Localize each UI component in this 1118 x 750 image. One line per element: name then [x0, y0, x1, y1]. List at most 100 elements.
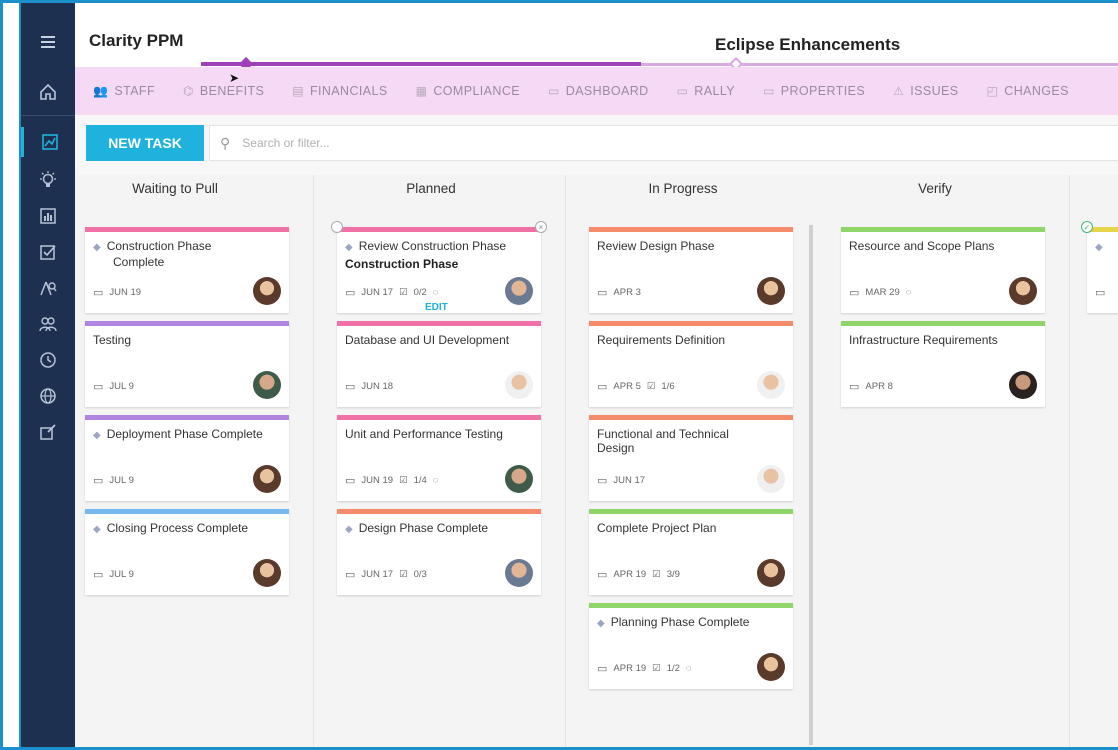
avatar[interactable] [505, 465, 533, 493]
avatar[interactable] [757, 653, 785, 681]
edit-box-icon[interactable] [21, 417, 75, 447]
avatar[interactable] [1009, 277, 1037, 305]
card-title: Infrastructure Requirements [849, 333, 998, 347]
tab-label: CHANGES [1004, 84, 1069, 98]
task-card[interactable]: ◆ Construction Phase Complete ▭ JUN 19 [85, 227, 289, 313]
task-card[interactable]: Resource and Scope Plans ▭ MAR 29 ◌ [841, 227, 1045, 313]
search-input[interactable]: Search or filter... [242, 136, 329, 150]
checklist-icon: ☑ [399, 569, 408, 580]
column-scrollbar[interactable] [809, 225, 813, 745]
card-title: Deployment Phase Complete [106, 427, 263, 441]
tab-issues[interactable]: ⚠ ISSUES [893, 84, 958, 98]
checklist-icon: ☑ [399, 475, 408, 486]
task-card[interactable]: ◆ Design Phase Complete ▭ JUN 17 ☑ 0/3 [337, 509, 541, 595]
edit-link[interactable]: EDIT [425, 302, 448, 313]
tab-label: DASHBOARD [565, 84, 649, 98]
tab-rally[interactable]: ▭ RALLY [677, 84, 735, 98]
milestone-icon: ◆ [597, 618, 605, 629]
avatar[interactable] [505, 371, 533, 399]
card-date: JUL 9 [109, 475, 134, 486]
tab-properties[interactable]: ▭ PROPERTIES [763, 84, 865, 98]
column-planned: Planned × ◆ Review Construction Phase Con… [315, 175, 567, 747]
task-card[interactable]: ◆ Deployment Phase Complete ▭ JUL 9 [85, 415, 289, 501]
new-task-button[interactable]: NEW TASK [86, 125, 204, 161]
main-area: Clarity PPM Eclipse Enhancements 👥 STAFF … [75, 3, 1118, 747]
avatar[interactable] [505, 559, 533, 587]
task-card[interactable]: Testing ▭ JUL 9 [85, 321, 289, 407]
task-card[interactable]: ◆ Planning Phase Complete ▭ APR 19 ☑ 1/2 ◌ [589, 603, 793, 689]
sidebar-divider [21, 115, 75, 116]
card-stripe [589, 509, 793, 514]
column-divider [1069, 175, 1070, 747]
check-circle-icon[interactable]: ✓ [1081, 221, 1093, 233]
milestone-icon: ◆ [93, 524, 101, 535]
progress-fill [201, 62, 641, 66]
close-icon[interactable]: × [535, 221, 547, 233]
task-card-partial[interactable]: ✓ ◆ ▭ [1081, 221, 1118, 313]
tab-dashboard[interactable]: ▭ DASHBOARD [548, 84, 649, 98]
calendar-icon: ▭ [93, 475, 104, 487]
card-title: Functional and Technical Design [597, 427, 729, 455]
comment-icon: ◌ [685, 663, 692, 674]
column-divider [565, 175, 566, 747]
app-title: Clarity PPM [89, 31, 184, 50]
card-title: Review Design Phase [597, 239, 715, 253]
card-date: APR 8 [865, 381, 893, 392]
tab-label: RALLY [694, 84, 735, 98]
task-card[interactable]: Requirements Definition ▭ APR 5 ☑ 1/6 [589, 321, 793, 407]
tab-financials[interactable]: ▤ FINANCIALS [292, 84, 387, 98]
tab-label: STAFF [114, 84, 155, 98]
avatar[interactable] [253, 277, 281, 305]
column-in-progress: In Progress Review Design Phase ▭ APR 3 R… [567, 175, 819, 747]
menu-icon[interactable] [21, 27, 75, 57]
properties-icon: ▭ [762, 84, 775, 98]
avatar[interactable] [757, 277, 785, 305]
search-box[interactable]: ⚲ Search or filter... [209, 125, 1118, 161]
avatar[interactable] [757, 559, 785, 587]
globe-icon[interactable] [21, 381, 75, 411]
home-icon[interactable] [21, 77, 75, 107]
task-card[interactable]: Database and UI Development ▭ JUN 18 [337, 321, 541, 407]
checkbox-icon[interactable] [21, 237, 75, 267]
avatar[interactable] [253, 371, 281, 399]
card-date: APR 19 [613, 663, 647, 674]
task-card[interactable]: Infrastructure Requirements ▭ APR 8 [841, 321, 1045, 407]
avatar[interactable] [1009, 371, 1037, 399]
clock-icon[interactable] [21, 345, 75, 375]
calendar-icon: ▭ [849, 381, 860, 393]
avatar[interactable] [253, 465, 281, 493]
tab-changes[interactable]: ◰ CHANGES [987, 84, 1069, 98]
avatar[interactable] [253, 559, 281, 587]
tab-staff[interactable]: 👥 STAFF [93, 84, 155, 98]
dashboard-icon: ▭ [548, 84, 560, 98]
card-date: JUN 19 [361, 475, 394, 486]
tab-compliance[interactable]: ▦ COMPLIANCE [416, 84, 520, 98]
select-circle-icon[interactable] [331, 221, 343, 233]
bar-chart-icon[interactable] [21, 201, 75, 231]
users-icon[interactable] [21, 309, 75, 339]
avatar[interactable] [757, 371, 785, 399]
lightbulb-icon[interactable] [21, 165, 75, 195]
checklist-count: 3/9 [666, 569, 680, 580]
calendar-icon: ▭ [597, 475, 608, 487]
benefits-icon: ⌬ [183, 84, 194, 98]
avatar[interactable] [757, 465, 785, 493]
left-gutter [3, 3, 19, 747]
column-title: Waiting to Pull [132, 181, 218, 196]
task-card[interactable]: Unit and Performance Testing ▭ JUN 19 ☑ 1/4… [337, 415, 541, 501]
card-stripe [841, 321, 1045, 326]
card-stripe [337, 227, 541, 232]
tab-benefits[interactable]: ⌬ BENEFITS [183, 84, 264, 98]
chart-icon[interactable] [21, 127, 75, 157]
person-search-icon[interactable] [21, 273, 75, 303]
avatar[interactable] [505, 277, 533, 305]
card-title: Design Phase Complete [358, 521, 489, 535]
card-stripe [589, 603, 793, 608]
task-card[interactable]: × ◆ Review Construction Phase Constructio… [331, 221, 547, 313]
task-card[interactable]: ◆ Closing Process Complete ▭ JUL 9 [85, 509, 289, 595]
task-card[interactable]: Functional and Technical Design ▭ JUN 17 [589, 415, 793, 501]
column-title: In Progress [648, 181, 718, 196]
task-card[interactable]: Complete Project Plan ▭ APR 19 ☑ 3/9 [589, 509, 793, 595]
task-card[interactable]: Review Design Phase ▭ APR 3 [589, 227, 793, 313]
calendar-icon: ▭ [93, 569, 104, 581]
